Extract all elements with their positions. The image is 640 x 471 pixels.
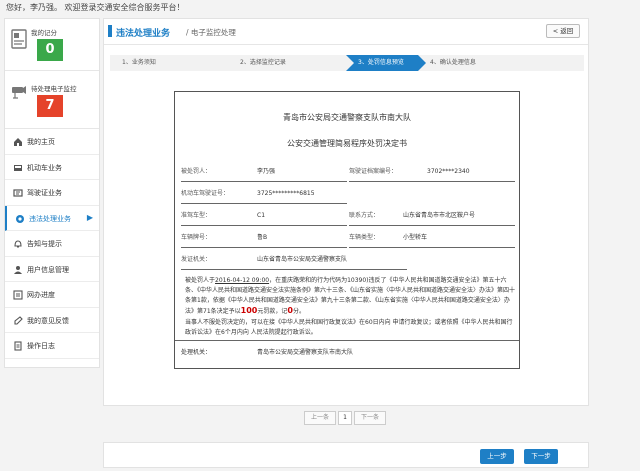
progress-icon <box>13 290 23 300</box>
field-label: 联系方式： <box>349 208 403 226</box>
field-value: 青岛市公安局交通警察支队市南大队 <box>257 349 354 356</box>
step-4: 4、确认处理信息 <box>418 55 584 71</box>
sidebar-item-label: 操作日志 <box>27 342 55 350</box>
document-title: 公安交通管理简易程序处罚决定书 <box>287 139 407 148</box>
sidebar-item-label: 我的意见反馈 <box>27 316 69 325</box>
sidebar-item-label: 网办进度 <box>27 291 55 299</box>
home-icon <box>14 138 22 146</box>
next-step-button[interactable]: 下一步 <box>524 449 558 464</box>
info-row: 被处罚人： 李乃强 驾驶证档案编号： 3702****2340 <box>175 164 519 182</box>
field-value: 山东省青岛市市北区鞍户号 <box>403 208 515 226</box>
page-title: 违法处理业务 <box>116 29 171 39</box>
sidebar-item-license[interactable]: 驾驶证业务 <box>5 180 99 206</box>
license-card-icon <box>11 29 27 49</box>
issuing-org: 青岛市公安局交通警察支队市南大队 <box>283 113 411 122</box>
feedback-icon <box>14 315 23 325</box>
previous-step-button[interactable]: 上一步 <box>480 449 514 464</box>
sidebar-item-user-info[interactable]: 用户信息管理 <box>5 257 99 282</box>
camera-monitor-icon <box>12 86 26 99</box>
points-count-badge: 0 <box>37 39 63 61</box>
step-3: 3、处罚信息预览 <box>346 55 426 71</box>
step-label: 3、处罚信息预览 <box>358 59 404 66</box>
info-row: 发证机关： 山东省青岛市公安局交通警察支队 <box>175 252 519 270</box>
sidebar-item-progress[interactable]: 网办进度 <box>5 282 99 308</box>
fine-amount: 100 <box>240 306 258 315</box>
field-value: 李乃强 <box>257 164 347 182</box>
back-button[interactable]: < 返回 <box>546 24 580 38</box>
step-label: 4、确认处理信息 <box>430 59 476 66</box>
field-value: 山东省青岛市公安局交通警察支队 <box>257 252 407 270</box>
field-label: 车辆牌号： <box>181 230 257 248</box>
sidebar-item-feedback[interactable]: 我的意见反馈 <box>5 308 99 333</box>
step-label: 1、业务须知 <box>122 59 156 66</box>
field-label: 车辆类型： <box>349 230 403 248</box>
pending-count-badge: 7 <box>37 95 63 117</box>
user-icon <box>14 265 22 274</box>
card-label: 待处理电子监控 <box>31 85 77 93</box>
info-row: 准驾车型： C1 联系方式： 山东省青岛市市北区鞍户号 <box>175 208 519 226</box>
field-label: 驾驶证档案编号： <box>349 164 427 182</box>
sidebar-item-log[interactable]: 操作日志 <box>5 333 99 359</box>
appeal-paragraph: 当事人不服处罚决定的，可以在接《中华人民共和国行政复议法》在60日内向 申请行政… <box>185 319 513 336</box>
camera-icon <box>16 214 24 223</box>
card-label: 我的记分 <box>31 29 57 37</box>
panel-header: 违法处理业务 / 电子监控处理 < 返回 <box>104 19 588 45</box>
field-label: 准驾车型： <box>181 208 257 226</box>
sidebar-item-label: 驾驶证业务 <box>27 189 62 197</box>
bell-icon <box>14 240 22 248</box>
sidebar-item-violation[interactable]: 违法处理业务 ▶ <box>5 205 99 231</box>
breadcrumb: / 电子监控处理 <box>186 28 236 37</box>
chevron-right-icon: ▶ <box>86 212 93 222</box>
field-value: 3725*********6815 <box>257 186 347 204</box>
field-value: 小型轿车 <box>403 230 515 248</box>
sidebar: 我的记分 0 待处理电子监控 7 我的主页 机动车业务 驾驶证业务 违法处理业务… <box>4 18 100 368</box>
field-value: 3702****2340 <box>427 164 515 182</box>
license-icon <box>13 189 23 197</box>
prev-record-button[interactable]: 上一条 <box>304 411 336 425</box>
penalty-decision-document: 青岛市公安局交通警察支队市南大队 公安交通管理简易程序处罚决定书 被处罚人： 李… <box>174 91 520 369</box>
info-row: 车辆牌号： 鲁B 车辆类型： 小型轿车 <box>175 230 519 248</box>
header-accent-bar <box>108 25 112 37</box>
sidebar-item-label: 违法处理业务 <box>29 214 71 223</box>
field-label: 机动车驾驶证号： <box>181 186 257 204</box>
body-text: 元罚款，记 <box>257 308 288 315</box>
field-value: C1 <box>257 208 347 226</box>
field-label: 处理机关： <box>181 349 212 356</box>
sidebar-item-vehicle[interactable]: 机动车业务 <box>5 155 99 180</box>
sidebar-item-home[interactable]: 我的主页 <box>5 129 99 155</box>
decision-paragraph: 被处罚人于2016-04-12 09:00，在重庆路荣和的行为代码为10390)… <box>185 276 517 317</box>
body-text: 被处罚人于 <box>185 277 216 284</box>
sidebar-item-notice[interactable]: 告知与提示 <box>5 231 99 257</box>
step-1: 1、业务须知 <box>110 55 236 71</box>
card-my-points[interactable]: 我的记分 0 <box>5 19 99 71</box>
violation-date: 2016-04-12 09:00 <box>215 277 270 284</box>
log-icon <box>14 341 22 351</box>
car-icon <box>14 164 22 171</box>
sidebar-item-label: 用户信息管理 <box>27 265 69 274</box>
step-indicator: 1、业务须知 2、选择监控记录 3、处罚信息预览 4、确认处理信息 <box>110 55 584 71</box>
field-label: 发证机关： <box>181 252 257 270</box>
page-number[interactable]: 1 <box>338 411 352 425</box>
sidebar-item-label: 告知与提示 <box>27 240 62 248</box>
field-value: 鲁B <box>257 230 347 248</box>
next-record-button[interactable]: 下一条 <box>354 411 386 425</box>
info-row: 机动车驾驶证号： 3725*********6815 <box>175 186 519 204</box>
sidebar-item-label: 机动车业务 <box>27 163 62 172</box>
field-label: 被处罚人： <box>181 164 257 182</box>
card-pending-monitoring[interactable]: 待处理电子监控 7 <box>5 71 99 129</box>
step-2: 2、选择监控记录 <box>228 55 354 71</box>
footer-bar: 上一步 下一步 <box>103 442 589 468</box>
signature-row: 处理机关： 青岛市公安局交通警察支队市南大队 <box>175 340 519 360</box>
step-label: 2、选择监控记录 <box>240 59 286 66</box>
main-panel: 违法处理业务 / 电子监控处理 < 返回 1、业务须知 2、选择监控记录 3、处… <box>103 18 589 425</box>
body-text: 分。 <box>292 308 305 315</box>
sidebar-item-label: 我的主页 <box>27 138 55 146</box>
greeting-text: 您好，李乃强。 欢迎登录交通安全综合服务平台！ <box>6 3 185 12</box>
